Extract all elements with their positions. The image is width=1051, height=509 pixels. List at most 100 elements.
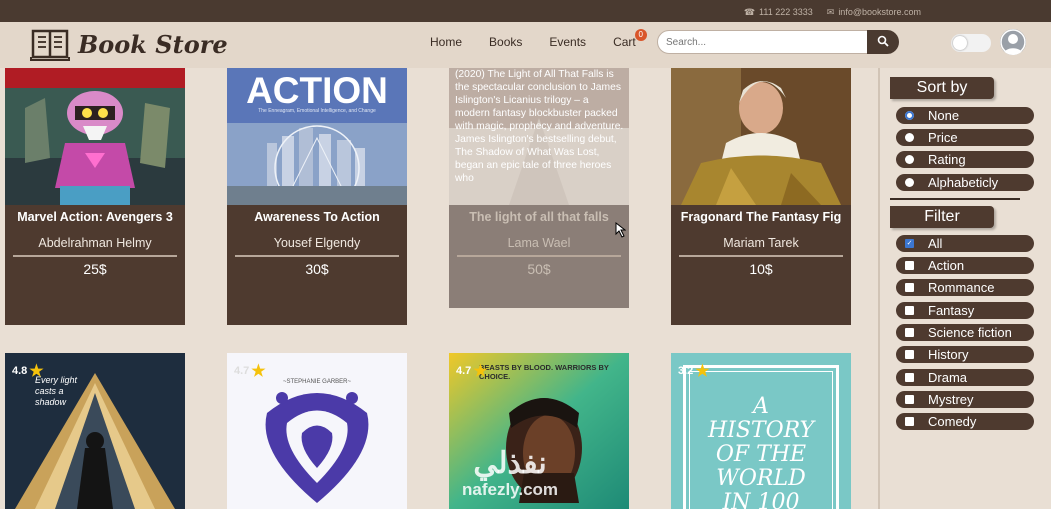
book-rating: 3.2 ★ [678, 361, 710, 381]
phone-number: 111 222 3333 [759, 7, 813, 17]
sort-option-price[interactable]: Price [896, 129, 1034, 146]
nav-cart[interactable]: Cart [613, 35, 636, 49]
book-card-hovered[interactable]: (2020) The Light of All That Falls is th… [449, 68, 629, 308]
star-icon: ★ [29, 363, 44, 380]
email-info: ✉ info@bookstore.com [827, 7, 921, 18]
book-card[interactable]: ACTION The Enneagram, Emotional Intellig… [227, 68, 407, 325]
filter-option-romance[interactable]: Rommance [896, 279, 1034, 296]
radio-icon[interactable] [905, 155, 914, 164]
star-icon: ★ [695, 363, 710, 380]
option-label: Comedy [928, 414, 977, 429]
checkbox-icon[interactable] [905, 350, 914, 359]
option-label: None [928, 108, 960, 123]
option-label: Fantasy [928, 303, 975, 318]
email-address: info@bookstore.com [838, 7, 921, 17]
main-nav: Home Books Events Cart 0 [430, 29, 647, 49]
rating-value: 4.7 [456, 365, 472, 377]
cover-title: ACTION [246, 70, 388, 111]
radio-icon[interactable] [905, 178, 914, 187]
checkbox-checked-icon[interactable]: ✓ [905, 239, 914, 248]
book-price: 50$ [527, 261, 551, 277]
radio-selected-icon[interactable] [905, 111, 914, 120]
nav-books[interactable]: Books [489, 35, 522, 49]
card-divider [235, 255, 399, 257]
book-card[interactable]: Every light casts a shadow 4.8 ★ [5, 353, 185, 509]
filter-option-drama[interactable]: Drama [896, 369, 1034, 386]
filter-option-action[interactable]: Action [896, 257, 1034, 274]
search-bar [657, 30, 899, 54]
mail-icon: ✉ [826, 7, 835, 17]
toggle-knob [953, 36, 967, 50]
book-author: Mariam Tarek [723, 236, 799, 250]
checkbox-icon[interactable] [905, 261, 914, 270]
open-book-icon [30, 29, 70, 61]
cart-count-badge: 0 [634, 29, 647, 41]
book-price: 30$ [305, 261, 329, 277]
nav-home[interactable]: Home [430, 35, 462, 49]
filter-sidebar: Sort by None Price Rating Alphabeticly F… [878, 68, 1051, 509]
watermark: نفذلي nafezly.com [462, 448, 558, 500]
checkbox-icon[interactable] [905, 395, 914, 404]
phone-info: ☎ 111 222 3333 [744, 7, 813, 18]
filter-option-history[interactable]: History [896, 346, 1034, 363]
star-icon: ★ [251, 363, 266, 380]
avengers-cover-image [5, 68, 185, 205]
checkbox-icon[interactable] [905, 283, 914, 292]
radio-icon[interactable] [905, 133, 914, 142]
sort-option-alphabetic[interactable]: Alphabeticly [896, 174, 1034, 191]
theme-toggle[interactable] [951, 34, 991, 52]
checkbox-icon[interactable] [905, 417, 914, 426]
checkbox-icon[interactable] [905, 328, 914, 337]
watermark-latin: nafezly.com [462, 480, 559, 499]
search-input[interactable] [657, 30, 869, 54]
book-price: 10$ [749, 261, 773, 277]
rating-value: 3.2 [678, 365, 694, 377]
sidebar-divider [890, 198, 1020, 200]
book-title: The light of all that falls [469, 210, 609, 224]
search-icon [877, 35, 889, 47]
option-label: Drama [928, 370, 968, 385]
navbar: Book Store Home Books Events Cart 0 [0, 22, 1051, 68]
book-card[interactable]: A HISTORY OF THE WORLD IN 100 3.2 ★ [671, 353, 851, 509]
option-label: Rating [928, 152, 966, 167]
nav-events[interactable]: Events [549, 35, 586, 49]
option-label: Rommance [928, 280, 995, 295]
rating-value: 4.8 [12, 365, 28, 377]
card-divider [457, 255, 621, 257]
book-card[interactable]: Fragonard The Fantasy Fig Mariam Tarek 1… [671, 68, 851, 325]
option-label: All [928, 236, 943, 251]
logo[interactable]: Book Store [30, 27, 228, 61]
fragonard-cover-image [671, 68, 851, 205]
book-title: Fragonard The Fantasy Fig [680, 210, 842, 224]
checkbox-icon[interactable] [905, 306, 914, 315]
book-cover: ACTION The Enneagram, Emotional Intellig… [227, 68, 407, 205]
logo-text: Book Store [78, 29, 228, 59]
book-card[interactable]: ~STEPHANIE GARBER~ 4.7 ★ [227, 353, 407, 509]
option-label: Science fiction [928, 325, 1012, 340]
top-contact-bar: ☎ 111 222 3333 ✉ info@bookstore.com [0, 0, 1051, 22]
cover-text: Every light casts a shadow [35, 375, 78, 407]
cover-text: BEASTS BY BLOOD. WARRIORS BY CHOICE. [479, 363, 609, 381]
filter-option-comedy[interactable]: Comedy [896, 413, 1034, 430]
filter-option-science-fiction[interactable]: Science fiction [896, 324, 1034, 341]
checkbox-icon[interactable] [905, 373, 914, 382]
book-rating: 4.7 ★ [456, 361, 488, 381]
sort-option-rating[interactable]: Rating [896, 151, 1034, 168]
book-author: Lama Wael [507, 236, 571, 250]
phone-icon: ☎ [743, 7, 756, 17]
book-author: Abdelrahman Helmy [38, 236, 152, 250]
filter-option-mystery[interactable]: Mystrey [896, 391, 1034, 408]
filter-option-all[interactable]: ✓ All [896, 235, 1034, 252]
star-icon: ★ [473, 363, 488, 380]
card-divider [13, 255, 177, 257]
filter-option-fantasy[interactable]: Fantasy [896, 302, 1034, 319]
option-label: History [928, 347, 969, 362]
book-cover [671, 68, 851, 205]
user-avatar[interactable] [1000, 29, 1026, 55]
sort-option-none[interactable]: None [896, 107, 1034, 124]
book-card[interactable]: Marvel Action: Avengers 3 Abdelrahman He… [5, 68, 185, 325]
book-cover [5, 68, 185, 205]
nav-cart-wrap[interactable]: Cart 0 [613, 29, 647, 49]
contact-info: ☎ 111 222 3333 ✉ info@bookstore.com [744, 7, 921, 18]
search-button[interactable] [867, 30, 899, 54]
